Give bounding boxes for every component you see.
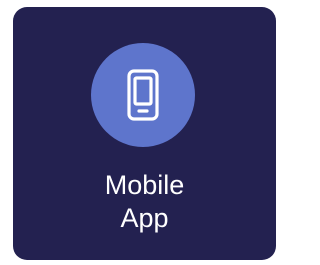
tile-label-line-2: App: [120, 203, 169, 233]
tile-label: Mobile App: [13, 169, 276, 235]
mobile-app-tile[interactable]: Mobile App: [13, 7, 276, 260]
tile-label-line-1: Mobile: [104, 170, 185, 200]
icon-circle: [91, 43, 195, 147]
mobile-phone-icon: [127, 69, 159, 121]
